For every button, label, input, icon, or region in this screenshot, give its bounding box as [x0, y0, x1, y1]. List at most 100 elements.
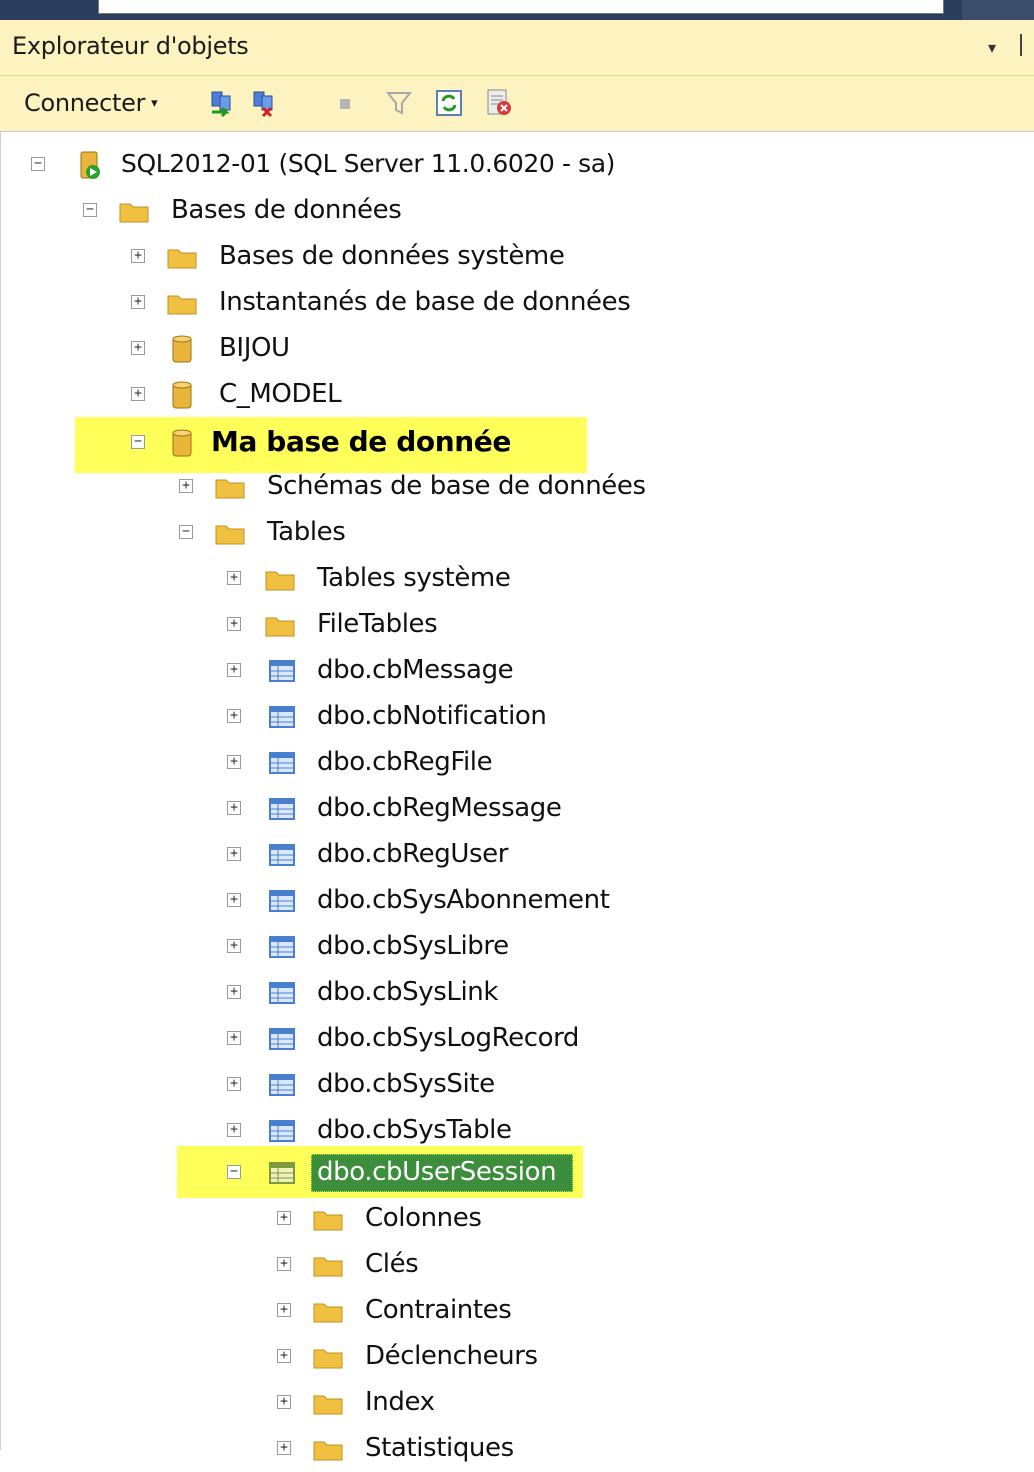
table-icon	[269, 798, 295, 820]
tree-node-system-databases[interactable]: + Bases de données système	[1, 234, 1001, 280]
disconnect-icon[interactable]	[248, 88, 278, 118]
tree-label: dbo.cbNotification	[317, 701, 547, 731]
tree-label: Statistiques	[365, 1433, 514, 1463]
top-address-field[interactable]	[98, 0, 944, 14]
tree-label: Colonnes	[365, 1203, 482, 1233]
expand-toggle[interactable]: +	[227, 663, 241, 677]
expand-toggle[interactable]: +	[227, 801, 241, 815]
expand-toggle[interactable]: +	[227, 893, 241, 907]
tree-node-table[interactable]: + dbo.cbNotification	[1, 694, 1001, 740]
window-top-strip	[0, 0, 1034, 20]
folder-icon	[265, 571, 295, 591]
table-icon	[269, 936, 295, 958]
expand-toggle[interactable]: +	[277, 1395, 291, 1409]
expand-toggle[interactable]: +	[131, 387, 145, 401]
tree-node-statistics[interactable]: + Statistiques	[1, 1426, 1001, 1472]
object-explorer-header: Explorateur d'objets ▾	[0, 20, 1034, 76]
tree-node-tables[interactable]: − Tables	[1, 510, 1001, 556]
expand-toggle[interactable]: +	[179, 479, 193, 493]
activity-monitor-icon[interactable]	[484, 88, 514, 118]
tree-node-constraints[interactable]: + Contraintes	[1, 1288, 1001, 1334]
collapse-toggle[interactable]: −	[83, 203, 97, 217]
expand-toggle[interactable]: +	[277, 1257, 291, 1271]
tree-node-table[interactable]: + dbo.cbSysAbonnement	[1, 878, 1001, 924]
expand-toggle[interactable]: +	[277, 1349, 291, 1363]
table-icon	[269, 752, 295, 774]
collapse-toggle[interactable]: −	[179, 525, 193, 539]
pin-icon[interactable]	[1020, 34, 1032, 56]
expand-toggle[interactable]: +	[227, 755, 241, 769]
folder-icon	[167, 249, 197, 269]
tree-label: dbo.cbSysSite	[317, 1069, 495, 1099]
refresh-icon[interactable]	[434, 88, 464, 118]
tree-label: dbo.cbRegMessage	[317, 793, 562, 823]
expand-toggle[interactable]: +	[227, 1123, 241, 1137]
expand-toggle[interactable]: +	[227, 1077, 241, 1091]
panel-menu-arrow-icon[interactable]: ▾	[988, 38, 996, 57]
tree-label: Tables système	[317, 563, 511, 593]
tree-node-table[interactable]: + dbo.cbSysLink	[1, 970, 1001, 1016]
folder-icon	[313, 1395, 343, 1415]
folder-icon	[167, 295, 197, 315]
expand-toggle[interactable]: +	[277, 1441, 291, 1455]
tree-node-table-selected[interactable]: − dbo.cbUserSession	[1, 1150, 1001, 1196]
tree-node-schemas[interactable]: + Schémas de base de données	[1, 464, 1001, 510]
expand-toggle[interactable]: +	[227, 617, 241, 631]
tree-node-table[interactable]: + dbo.cbSysLogRecord	[1, 1016, 1001, 1062]
folder-icon	[265, 617, 295, 637]
expand-toggle[interactable]: +	[227, 847, 241, 861]
tree-node-system-tables[interactable]: + Tables système	[1, 556, 1001, 602]
expand-toggle[interactable]: +	[131, 295, 145, 309]
table-icon	[269, 890, 295, 912]
connect-button[interactable]: Connecter ▾	[24, 86, 158, 120]
expand-toggle[interactable]: +	[277, 1211, 291, 1225]
expand-toggle[interactable]: +	[131, 341, 145, 355]
tree-node-table[interactable]: + dbo.cbRegUser	[1, 832, 1001, 878]
tree-node-table[interactable]: + dbo.cbMessage	[1, 648, 1001, 694]
expand-toggle[interactable]: +	[131, 249, 145, 263]
tree-node-triggers[interactable]: + Déclencheurs	[1, 1334, 1001, 1380]
tree-node-keys[interactable]: + Clés	[1, 1242, 1001, 1288]
server-icon	[80, 151, 100, 179]
tree-node-db-cmodel[interactable]: + C_MODEL	[1, 372, 1001, 418]
tree-node-table[interactable]: + dbo.cbSysSite	[1, 1062, 1001, 1108]
tree-label: Bases de données système	[219, 241, 565, 271]
collapse-toggle[interactable]: −	[227, 1165, 241, 1179]
expand-toggle[interactable]: +	[227, 709, 241, 723]
tree-label: Déclencheurs	[365, 1341, 538, 1371]
expand-toggle[interactable]: +	[227, 571, 241, 585]
collapse-toggle[interactable]: −	[131, 435, 145, 449]
tree-node-db-bijou[interactable]: + BIJOU	[1, 326, 1001, 372]
expand-toggle[interactable]: +	[277, 1303, 291, 1317]
tree-node-filetables[interactable]: + FileTables	[1, 602, 1001, 648]
folder-icon	[119, 203, 149, 223]
tree-node-server[interactable]: − SQL2012-01 (SQL Server 11.0.6020 - sa)	[1, 142, 1001, 188]
collapse-toggle[interactable]: −	[31, 157, 45, 171]
tree-node-index[interactable]: + Index	[1, 1380, 1001, 1426]
tree-label: FileTables	[317, 609, 438, 639]
tree-label: dbo.cbSysLink	[317, 977, 499, 1007]
filter-icon[interactable]	[384, 88, 414, 118]
folder-icon	[313, 1257, 343, 1277]
tree-node-databases[interactable]: − Bases de données	[1, 188, 1001, 234]
stop-icon[interactable]	[330, 88, 360, 118]
expand-toggle[interactable]: +	[227, 985, 241, 999]
tree-node-db-mine[interactable]: − Ma base de donnée	[1, 420, 1001, 466]
tree-label: dbo.cbRegUser	[317, 839, 508, 869]
tree-label: Contraintes	[365, 1295, 512, 1325]
tree-label: dbo.cbSysTable	[317, 1115, 512, 1145]
tree-label: dbo.cbUserSession	[317, 1157, 557, 1187]
table-icon	[269, 1162, 295, 1184]
expand-toggle[interactable]: +	[227, 939, 241, 953]
tree-node-snapshots[interactable]: + Instantanés de base de données	[1, 280, 1001, 326]
tree-node-table[interactable]: + dbo.cbSysTable	[1, 1108, 1001, 1154]
tree-node-table[interactable]: + dbo.cbRegMessage	[1, 786, 1001, 832]
expand-toggle[interactable]: +	[227, 1031, 241, 1045]
connect-icon[interactable]	[206, 88, 236, 118]
tree-label: C_MODEL	[219, 379, 342, 409]
tree-node-columns[interactable]: + Colonnes	[1, 1196, 1001, 1242]
tree-label: dbo.cbSysAbonnement	[317, 885, 610, 915]
tree-node-table[interactable]: + dbo.cbRegFile	[1, 740, 1001, 786]
tree-label: dbo.cbSysLibre	[317, 931, 509, 961]
tree-node-table[interactable]: + dbo.cbSysLibre	[1, 924, 1001, 970]
